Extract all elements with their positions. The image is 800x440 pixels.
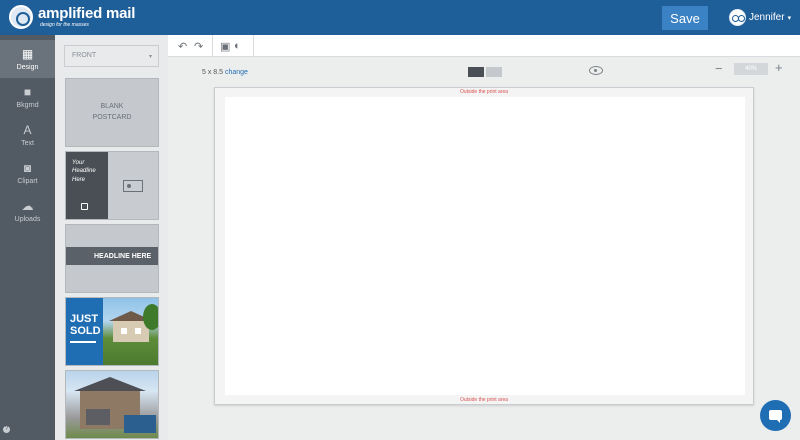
save-button[interactable]: Save (662, 6, 708, 30)
divider (70, 341, 96, 344)
grid-icon: ▦ (21, 46, 34, 61)
template-blank-postcard[interactable]: BLANK POSTCARD (65, 78, 159, 147)
image-placeholder-icon (123, 179, 143, 192)
side-select[interactable]: FRONT ▾ (64, 45, 159, 67)
template-info-box (124, 415, 156, 433)
nav-item-background[interactable]: ■ Bkgrnd (0, 78, 55, 116)
nav-item-uploads[interactable]: ☁ Uploads (0, 192, 55, 230)
shapes-icon[interactable]: ◐ (234, 39, 241, 53)
template-band: HEADLINE HERE (66, 247, 158, 265)
avatar-icon (729, 9, 746, 26)
template-photo-placeholder (108, 152, 158, 219)
editor-toolbar: ↶ ↷ ▣ ◐ (168, 35, 800, 57)
template-dark-panel: Your Headline Here (66, 152, 108, 219)
app-header: amplified mail design for the masses Sav… (0, 0, 800, 35)
side-select-value: FRONT (72, 52, 97, 59)
text-icon: A (23, 122, 32, 137)
house-photo (103, 298, 158, 365)
logo-icon (9, 5, 33, 29)
template-label: BLANK POSTCARD (92, 103, 132, 121)
back-side-thumb[interactable] (486, 67, 502, 77)
template-just-sold[interactable]: JUST SOLD (65, 297, 159, 366)
template-label: HEADLINE HERE (94, 252, 152, 260)
image-icon[interactable]: ▣ (220, 39, 230, 53)
user-name: Jennifer (749, 12, 785, 23)
template-house-photo[interactable] (65, 370, 159, 439)
nav-item-text[interactable]: A Text (0, 116, 55, 154)
toolbar-divider (212, 35, 213, 57)
template-blue-panel: JUST SOLD (66, 298, 103, 365)
redo-icon[interactable]: ↷ (194, 39, 203, 53)
outside-print-label-top: Outside the print area (459, 89, 509, 95)
nav-item-design[interactable]: ▦ Design (0, 40, 55, 78)
cloud-upload-icon: ☁ (21, 198, 34, 213)
template-headline-photo[interactable]: Your Headline Here (65, 151, 159, 220)
zoom-in-icon[interactable]: + (775, 60, 783, 75)
template-label: Your Headline Here (72, 160, 96, 183)
template-headline-band[interactable]: HEADLINE HERE (65, 224, 159, 293)
nav-label: Text (21, 139, 34, 147)
nav-label: Design (16, 63, 39, 71)
undo-icon[interactable]: ↶ (178, 39, 187, 53)
background-icon: ■ (23, 84, 32, 99)
nav-item-clipart[interactable]: ◙ Clipart (0, 154, 55, 192)
chevron-down-icon: ▾ (787, 14, 792, 22)
front-side-thumb[interactable] (468, 67, 484, 77)
size-text: 5 x 8.5 (202, 69, 224, 76)
preview-eye-icon[interactable] (589, 66, 603, 75)
template-label: JUST SOLD (70, 313, 101, 337)
zoom-out-icon[interactable]: − (715, 61, 723, 76)
chevron-down-icon: ▾ (148, 54, 152, 60)
brand-tagline: design for the masses (40, 22, 89, 28)
side-toggle[interactable] (468, 67, 502, 77)
nav-label: Bkgrnd (16, 101, 39, 109)
print-area[interactable] (225, 97, 745, 395)
camera-icon: ◙ (23, 160, 32, 175)
brand-logo[interactable]: amplified mail design for the masses (9, 5, 135, 29)
help-icon[interactable]: ? (3, 426, 10, 433)
template-panel: FRONT ▾ BLANK POSTCARD Your Headline Her… (55, 35, 168, 440)
left-nav: ▦ Design ■ Bkgrnd A Text ◙ Clipart ☁ Upl… (0, 35, 55, 440)
nav-label: Uploads (14, 215, 41, 223)
nav-label: Clipart (17, 177, 38, 185)
garage-image (86, 409, 110, 425)
user-menu[interactable]: Jennifer ▾ (729, 9, 791, 26)
postcard-canvas[interactable]: Outside the print area Outside the print… (214, 87, 754, 405)
change-size-link[interactable]: change (225, 69, 248, 76)
canvas-area: 5 x 8.5 change − 40% + Outside the print… (168, 57, 800, 440)
shield-icon (81, 203, 88, 210)
postcard-size: 5 x 8.5 change (202, 69, 248, 76)
tree-image (143, 304, 158, 330)
chat-icon[interactable] (760, 400, 791, 431)
outside-print-label-bottom: Outside the print area (459, 397, 509, 403)
brand-name: amplified mail (38, 5, 136, 22)
toolbar-divider (253, 35, 254, 57)
zoom-level: 40% (734, 63, 768, 75)
